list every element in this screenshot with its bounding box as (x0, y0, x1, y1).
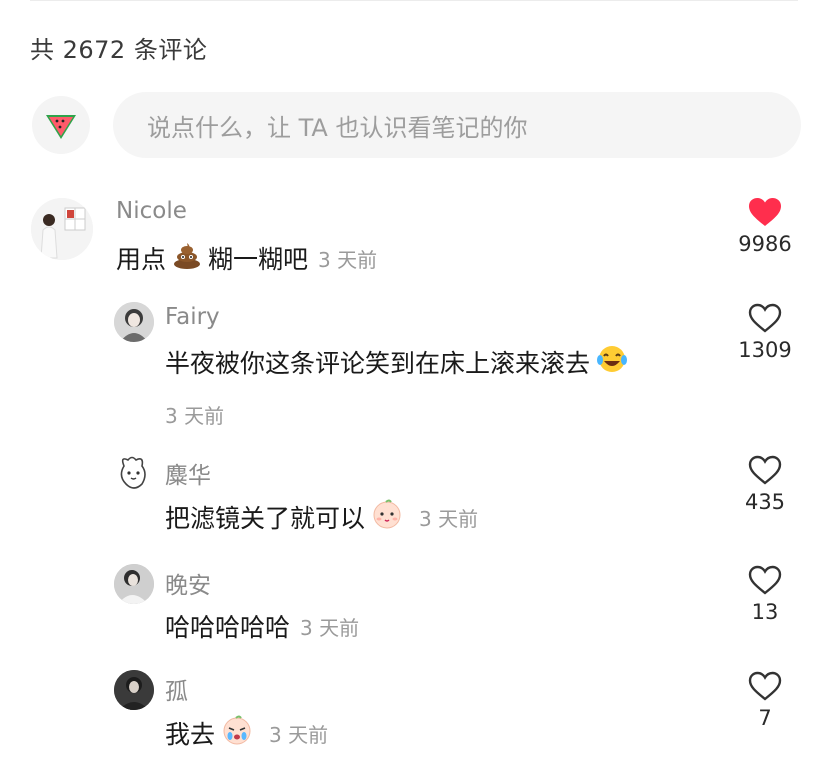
heart-outline-icon (748, 455, 782, 485)
avatar[interactable] (114, 302, 154, 342)
comment-time: 3 天前 (300, 615, 360, 640)
heart-filled-icon (749, 198, 781, 226)
comment-username[interactable]: Fairy (165, 304, 220, 330)
like-count: 7 (758, 706, 772, 730)
watermelon-icon (46, 115, 76, 139)
poop-emoji (172, 241, 202, 275)
heart-outline-icon (748, 303, 782, 333)
comment-text-part: 我去 (165, 720, 216, 749)
comment-text-part: 用点 (116, 245, 167, 274)
comment-username[interactable]: 晚安 (165, 566, 211, 600)
like-count: 9986 (738, 232, 792, 256)
comment-text-part: 哈哈哈哈哈 (165, 613, 291, 642)
comment-text-part: 把滤镜关了就可以 (165, 504, 366, 533)
comment-text: 把滤镜关了就可以 3 天前 (165, 498, 478, 536)
comment-text: 哈哈哈哈哈 3 天前 (165, 608, 359, 644)
comment-time: 3 天前 (318, 247, 378, 272)
crying-face-emoji (221, 714, 253, 752)
like-button[interactable]: 7 (720, 670, 810, 730)
comment-text: 半夜被你这条评论笑到在床上滚来滚去 (165, 344, 634, 380)
like-button[interactable]: 1309 (720, 302, 810, 362)
comment-time: 3 天前 (269, 722, 329, 747)
comment-username[interactable]: Nicole (116, 198, 187, 224)
baby-face-emoji (371, 498, 403, 536)
heart-outline-icon (748, 565, 782, 595)
my-avatar[interactable] (32, 96, 90, 154)
like-button[interactable]: 13 (720, 564, 810, 624)
avatar[interactable] (31, 198, 93, 260)
comment-text-part: 半夜被你这条评论笑到在床上滚来滚去 (165, 349, 591, 378)
avatar[interactable] (114, 670, 154, 710)
comment-input[interactable]: 说点什么，让 TA 也认识看笔记的你 (113, 92, 801, 158)
comment-count: 共 2672 条评论 (30, 36, 208, 64)
comment-text: 用点 糊一糊吧 3 天前 (116, 240, 377, 276)
top-divider (30, 0, 798, 1)
like-count: 13 (751, 600, 779, 624)
like-button[interactable]: 435 (720, 454, 810, 514)
comment-time: 3 天前 (419, 506, 479, 531)
like-button[interactable]: 9986 (720, 196, 810, 256)
comment-time: 3 天前 (165, 404, 225, 428)
comment-username[interactable]: 孤 (165, 672, 188, 706)
like-count: 1309 (738, 338, 792, 362)
comment-username[interactable]: 麋华 (165, 456, 211, 490)
comment-input-placeholder: 说点什么，让 TA 也认识看笔记的你 (147, 113, 528, 142)
heart-outline-icon (748, 671, 782, 701)
laughing-tears-emoji (596, 344, 628, 380)
comment-text-part: 糊一糊吧 (208, 245, 309, 274)
comment-text: 我去 3 天前 (165, 714, 328, 752)
avatar[interactable] (112, 452, 156, 496)
like-count: 435 (744, 490, 786, 514)
avatar[interactable] (114, 564, 154, 604)
